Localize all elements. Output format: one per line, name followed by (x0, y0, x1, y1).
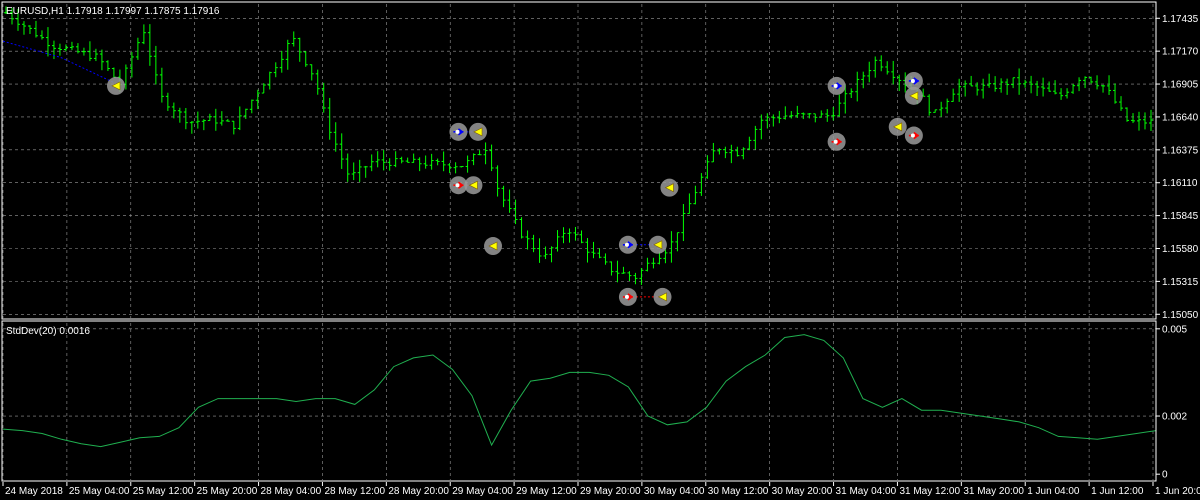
price-tick-label: 1.16905 (1162, 80, 1199, 91)
trade-sell-marker[interactable] (827, 132, 846, 151)
indicator-tick-label: 0 (1162, 470, 1168, 481)
time-tick-label: 28 May 20:00 (388, 486, 449, 497)
time-tick-label: 29 May 20:00 (580, 486, 641, 497)
price-tick-label: 1.17435 (1162, 14, 1199, 25)
price-tick-label: 1.15315 (1162, 277, 1199, 288)
price-tick-label: 1.15050 (1162, 310, 1199, 321)
trading-chart: EURUSD,H1 1.17918 1.17997 1.17875 1.1791… (0, 0, 1200, 500)
price-tick-label: 1.16375 (1162, 145, 1199, 156)
trade-exit-marker[interactable] (484, 237, 503, 256)
time-tick-label: 30 May 04:00 (644, 486, 705, 497)
trade-sell-marker[interactable] (618, 287, 637, 306)
chart-background (0, 0, 1200, 500)
trade-buy-marker[interactable] (618, 235, 637, 254)
time-tick-label: 1 Jun 12:00 (1091, 486, 1144, 497)
time-tick-label: 30 May 12:00 (708, 486, 769, 497)
time-tick-label: 31 May 04:00 (836, 486, 897, 497)
time-tick-label: 31 May 20:00 (963, 486, 1024, 497)
time-tick-label: 28 May 12:00 (324, 486, 385, 497)
trade-sell-marker[interactable] (904, 126, 923, 145)
time-tick-label: 24 May 2018 (5, 486, 63, 497)
indicator-header: StdDev(20) 0.0016 (6, 326, 90, 337)
indicator-tick-label: 0.002 (1162, 412, 1187, 423)
time-tick-label: 30 May 20:00 (772, 486, 833, 497)
time-tick-label: 25 May 04:00 (69, 486, 130, 497)
price-tick-label: 1.16640 (1162, 112, 1199, 123)
time-tick-label: 28 May 04:00 (261, 486, 322, 497)
price-tick-label: 1.15580 (1162, 244, 1199, 255)
trade-exit-marker[interactable] (904, 86, 923, 105)
price-tick-label: 1.17170 (1162, 47, 1199, 58)
price-tick-label: 1.15845 (1162, 211, 1199, 222)
trade-exit-marker[interactable] (660, 178, 679, 197)
trade-buy-marker[interactable] (449, 122, 468, 141)
trade-exit-marker[interactable] (888, 117, 907, 136)
time-tick-label: 25 May 12:00 (133, 486, 194, 497)
trade-exit-marker[interactable] (469, 122, 488, 141)
time-tick-label: 25 May 20:00 (197, 486, 258, 497)
time-tick-label: 1 Jun 20:00 (1155, 486, 1200, 497)
indicator-tick-label: 0.005 (1162, 324, 1187, 335)
time-tick-label: 31 May 12:00 (899, 486, 960, 497)
symbol-header: EURUSD,H1 1.17918 1.17997 1.17875 1.1791… (6, 6, 220, 17)
price-tick-label: 1.16110 (1162, 178, 1198, 189)
time-tick-label: 29 May 04:00 (452, 486, 513, 497)
trade-sell-marker[interactable] (449, 176, 468, 195)
trade-exit-marker[interactable] (648, 235, 667, 254)
time-tick-label: 1 Jun 04:00 (1027, 486, 1080, 497)
trade-exit-marker[interactable] (653, 287, 672, 306)
trade-exit-marker[interactable] (106, 76, 125, 95)
trade-buy-marker[interactable] (827, 76, 846, 95)
time-tick-label: 29 May 12:00 (516, 486, 577, 497)
